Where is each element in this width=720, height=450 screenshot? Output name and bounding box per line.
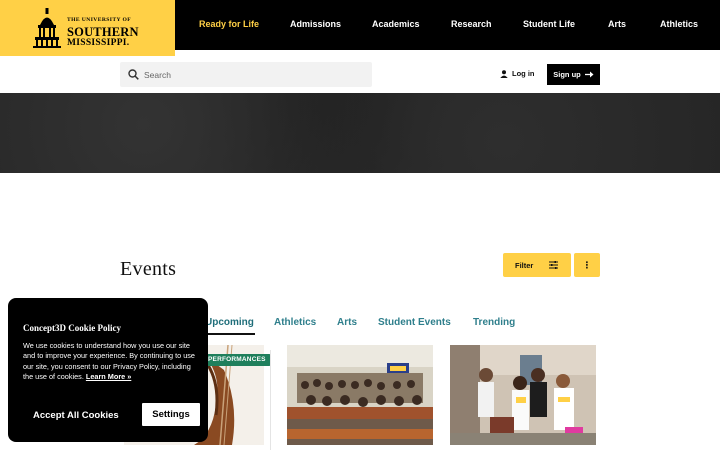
tab-upcoming[interactable]: Upcoming (205, 317, 254, 328)
logo-line-1: THE UNIVERSITY OF (67, 17, 132, 23)
more-vertical-icon: ⋮ (582, 259, 592, 270)
hero-banner (0, 93, 720, 173)
search-input[interactable] (144, 66, 364, 83)
event-card[interactable] (450, 345, 596, 445)
logo-line-2: SOUTHERN (67, 24, 139, 39)
page-title: Events (120, 258, 177, 280)
active-tab-indicator (205, 333, 255, 335)
learn-more-link[interactable]: Learn More » (86, 372, 131, 381)
card-divider (270, 350, 271, 450)
logo-wordmark: THE UNIVERSITY OF SOUTHERN MISSISSIPPI. (67, 17, 139, 49)
logo-line-3: MISSISSIPPI. (67, 38, 130, 49)
login-label: Log in (512, 69, 535, 78)
cookie-settings-button[interactable]: Settings (142, 403, 200, 426)
nav-item-ready-for-life[interactable]: Ready for Life (199, 19, 259, 29)
dome-icon (33, 8, 61, 48)
nav-item-admissions[interactable]: Admissions (290, 19, 341, 29)
tab-student-events[interactable]: Student Events (378, 317, 451, 328)
tab-athletics[interactable]: Athletics (274, 317, 316, 328)
event-image (450, 345, 596, 445)
more-options-button[interactable]: ⋮ (574, 253, 600, 277)
filter-label: Filter (515, 260, 534, 270)
cookie-text: We use cookies to understand how you use… (23, 341, 199, 382)
cookie-banner: Concept3D Cookie Policy We use cookies t… (8, 298, 208, 442)
university-logo[interactable]: THE UNIVERSITY OF SOUTHERN MISSISSIPPI. (0, 0, 175, 56)
signup-label: Sign up (553, 70, 581, 79)
signup-button[interactable]: Sign up (547, 64, 600, 85)
user-icon (500, 69, 508, 78)
search-bar (120, 62, 372, 87)
event-image (287, 345, 433, 445)
arrow-right-icon (584, 71, 594, 78)
filter-button[interactable]: Filter (503, 253, 571, 277)
event-card[interactable] (287, 345, 433, 445)
nav-item-student-life[interactable]: Student Life (523, 19, 575, 29)
login-link[interactable]: Log in (500, 69, 535, 78)
search-icon (128, 69, 139, 80)
category-badge: PERFORMANCES (200, 354, 271, 366)
tab-arts[interactable]: Arts (337, 317, 357, 328)
sliders-icon (549, 261, 558, 269)
cookie-title: Concept3D Cookie Policy (23, 323, 121, 333)
nav-item-academics[interactable]: Academics (372, 19, 420, 29)
nav-item-research[interactable]: Research (451, 19, 492, 29)
nav-item-arts[interactable]: Arts (608, 19, 626, 29)
nav-item-athletics[interactable]: Athletics (660, 19, 698, 29)
tab-trending[interactable]: Trending (473, 317, 515, 328)
accept-all-cookies-button[interactable]: Accept All Cookies (32, 403, 134, 427)
